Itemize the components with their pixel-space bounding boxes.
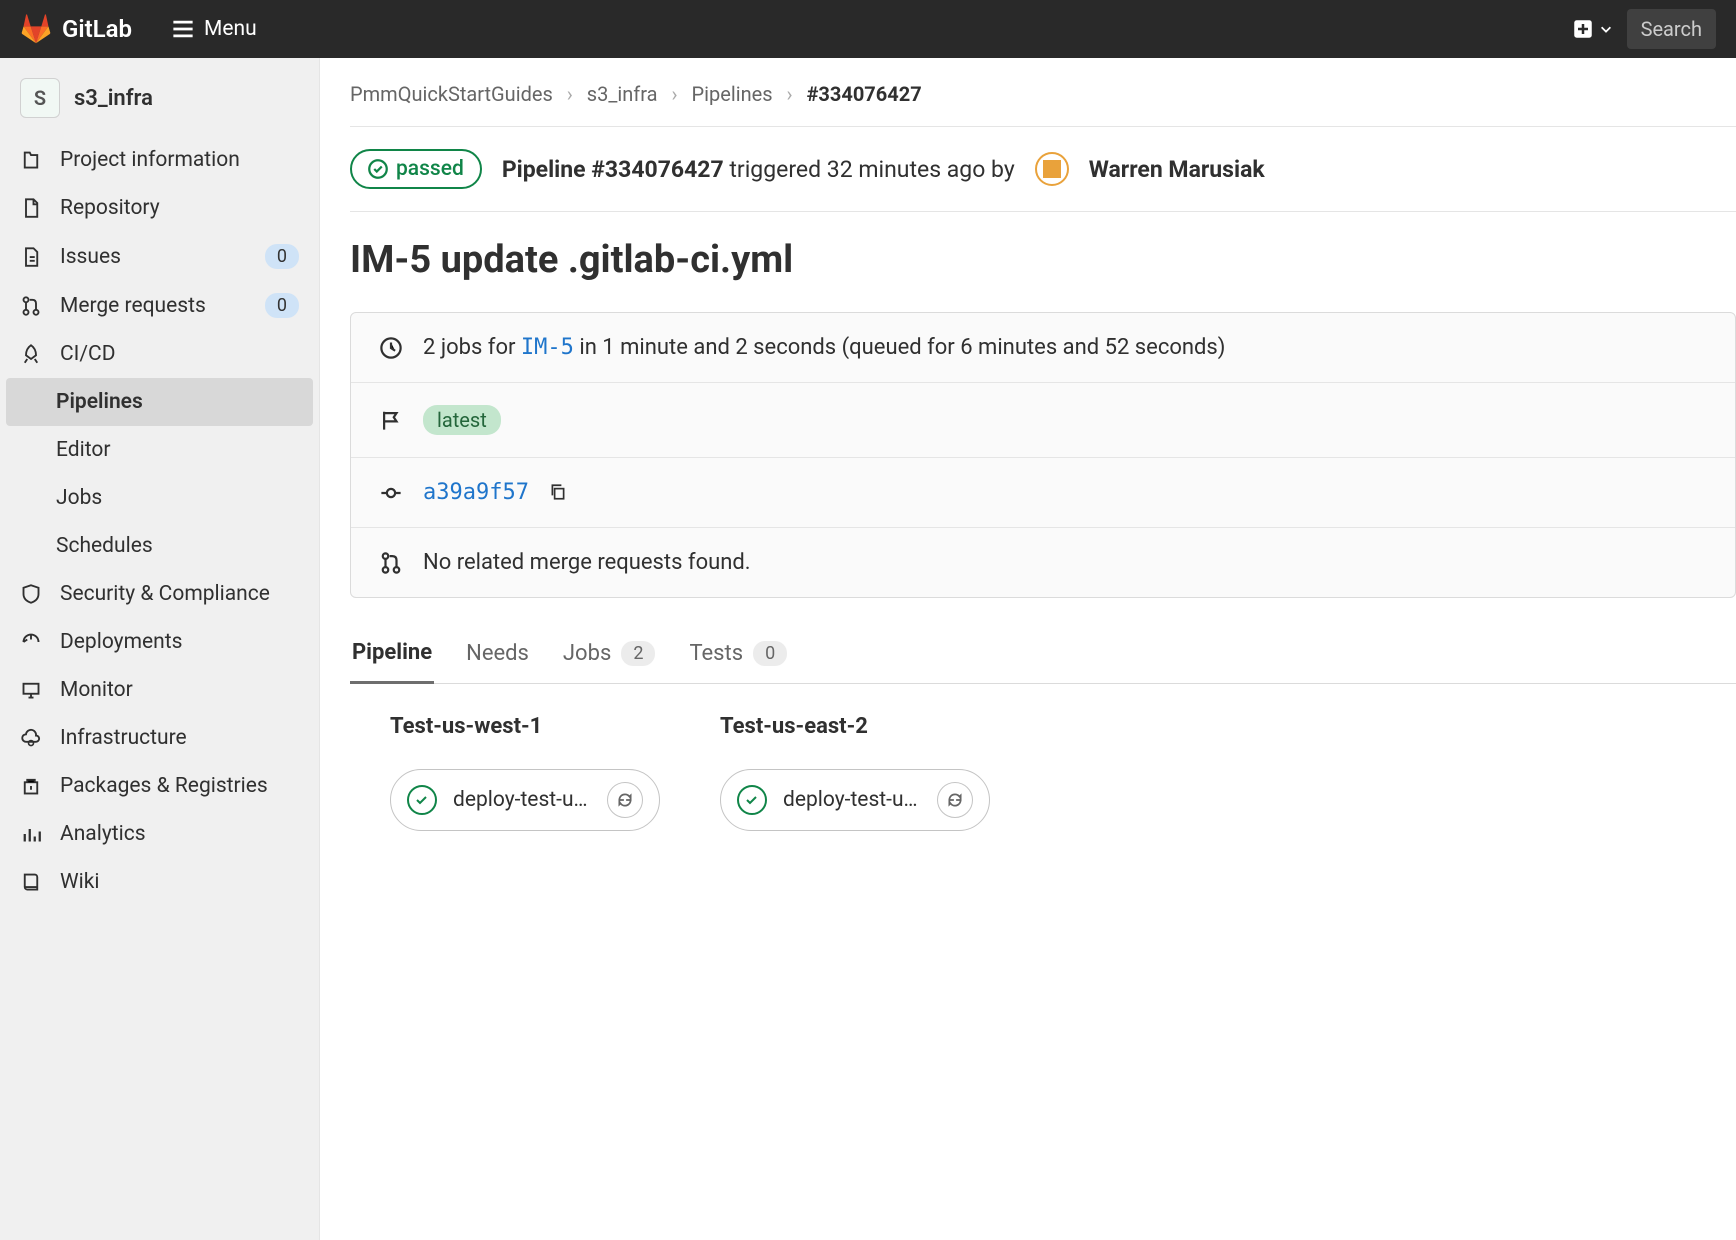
top-navbar: GitLab Menu Search [0, 0, 1736, 58]
merge-icon [20, 295, 42, 317]
pipeline-tabs: Pipeline Needs Jobs2 Tests0 [350, 630, 1736, 684]
crumb-group[interactable]: PmmQuickStartGuides [350, 82, 553, 106]
check-circle-icon [368, 159, 388, 179]
sidebar-item-packages[interactable]: Packages & Registries [0, 762, 319, 810]
mr-badge: 0 [265, 293, 299, 318]
rocket-icon [20, 343, 42, 365]
sidebar-sub-schedules[interactable]: Schedules [0, 522, 319, 570]
tab-tests[interactable]: Tests0 [687, 630, 789, 683]
sidebar-item-infrastructure[interactable]: Infrastructure [0, 714, 319, 762]
issues-icon [20, 246, 42, 268]
commit-sha[interactable]: a39a9f57 [423, 480, 529, 505]
retry-button[interactable] [607, 782, 643, 818]
sidebar-item-repository[interactable]: Repository [0, 184, 319, 232]
package-icon [20, 775, 42, 797]
job-pill-east[interactable]: deploy-test-u… [720, 769, 990, 831]
copy-sha-button[interactable] [549, 483, 569, 503]
crumb-current: #334076427 [807, 82, 922, 106]
retry-button[interactable] [937, 782, 973, 818]
file-icon [20, 197, 42, 219]
sidebar-item-monitor[interactable]: Monitor [0, 666, 319, 714]
cloud-gear-icon [20, 727, 42, 749]
breadcrumbs: PmmQuickStartGuides › s3_infra › Pipelin… [350, 82, 1736, 127]
stage-east: Test-us-east-2 deploy-test-u… [720, 714, 990, 831]
sidebar: S s3_infra Project information Repositor… [0, 58, 320, 1240]
merge-requests-row: No related merge requests found. [351, 528, 1735, 597]
crumb-project[interactable]: s3_infra [587, 82, 658, 106]
jobs-summary-row: 2 jobs for IM-5 in 1 minute and 2 second… [351, 313, 1735, 383]
issues-badge: 0 [265, 244, 299, 269]
plus-square-icon [1573, 19, 1593, 39]
hamburger-icon [172, 18, 194, 40]
project-header[interactable]: S s3_infra [0, 70, 319, 136]
crumb-pipelines[interactable]: Pipelines [692, 82, 773, 106]
book-icon [20, 871, 42, 893]
project-avatar: S [20, 78, 60, 118]
latest-tag: latest [423, 405, 501, 435]
job-pill-west[interactable]: deploy-test-u… [390, 769, 660, 831]
user-name[interactable]: Warren Marusiak [1089, 156, 1265, 183]
brand-text: GitLab [62, 15, 132, 43]
sidebar-item-issues[interactable]: Issues 0 [0, 232, 319, 281]
pipeline-header: passed Pipeline #334076427 triggered 32 … [350, 149, 1736, 212]
pipeline-stages: Test-us-west-1 deploy-test-u… Test-us-ea… [350, 714, 1736, 831]
gitlab-logo[interactable]: GitLab [20, 13, 132, 45]
deploy-icon [20, 631, 42, 653]
sidebar-sub-pipelines[interactable]: Pipelines [6, 378, 313, 426]
commit-row: a39a9f57 [351, 458, 1735, 528]
menu-button[interactable]: Menu [172, 17, 257, 41]
new-dropdown[interactable] [1573, 19, 1613, 39]
stage-west: Test-us-west-1 deploy-test-u… [390, 714, 660, 831]
monitor-icon [20, 679, 42, 701]
chart-icon [20, 823, 42, 845]
tab-jobs[interactable]: Jobs2 [561, 630, 658, 683]
clock-icon [379, 336, 403, 360]
flag-icon [379, 408, 403, 432]
tags-row: latest [351, 383, 1735, 458]
tab-pipeline[interactable]: Pipeline [350, 630, 434, 684]
sidebar-item-analytics[interactable]: Analytics [0, 810, 319, 858]
pipeline-status-badge[interactable]: passed [350, 149, 482, 189]
tab-needs[interactable]: Needs [464, 630, 531, 683]
pipeline-trigger-text: Pipeline #334076427 triggered 32 minutes… [502, 156, 1015, 183]
main-content: PmmQuickStartGuides › s3_infra › Pipelin… [320, 58, 1736, 1240]
merge-request-icon [379, 551, 403, 575]
project-name: s3_infra [74, 86, 153, 111]
pipeline-info-box: 2 jobs for IM-5 in 1 minute and 2 second… [350, 312, 1736, 598]
commit-icon [379, 481, 403, 505]
chevron-down-icon [1599, 22, 1613, 36]
job-success-icon [407, 785, 437, 815]
page-title: IM-5 update .gitlab-ci.yml [350, 238, 1736, 282]
sidebar-sub-jobs[interactable]: Jobs [0, 474, 319, 522]
stage-name: Test-us-west-1 [390, 714, 660, 739]
sidebar-item-wiki[interactable]: Wiki [0, 858, 319, 906]
branch-link[interactable]: IM-5 [521, 335, 574, 360]
sidebar-item-deployments[interactable]: Deployments [0, 618, 319, 666]
gitlab-fox-icon [20, 13, 52, 45]
search-button[interactable]: Search [1627, 9, 1716, 49]
job-success-icon [737, 785, 767, 815]
sidebar-item-project-information[interactable]: Project information [0, 136, 319, 184]
stage-name: Test-us-east-2 [720, 714, 990, 739]
sidebar-item-cicd[interactable]: CI/CD [0, 330, 319, 378]
user-avatar[interactable] [1035, 152, 1069, 186]
sidebar-sub-editor[interactable]: Editor [0, 426, 319, 474]
sidebar-item-merge-requests[interactable]: Merge requests 0 [0, 281, 319, 330]
project-icon [20, 149, 42, 171]
shield-icon [20, 583, 42, 605]
sidebar-item-security[interactable]: Security & Compliance [0, 570, 319, 618]
